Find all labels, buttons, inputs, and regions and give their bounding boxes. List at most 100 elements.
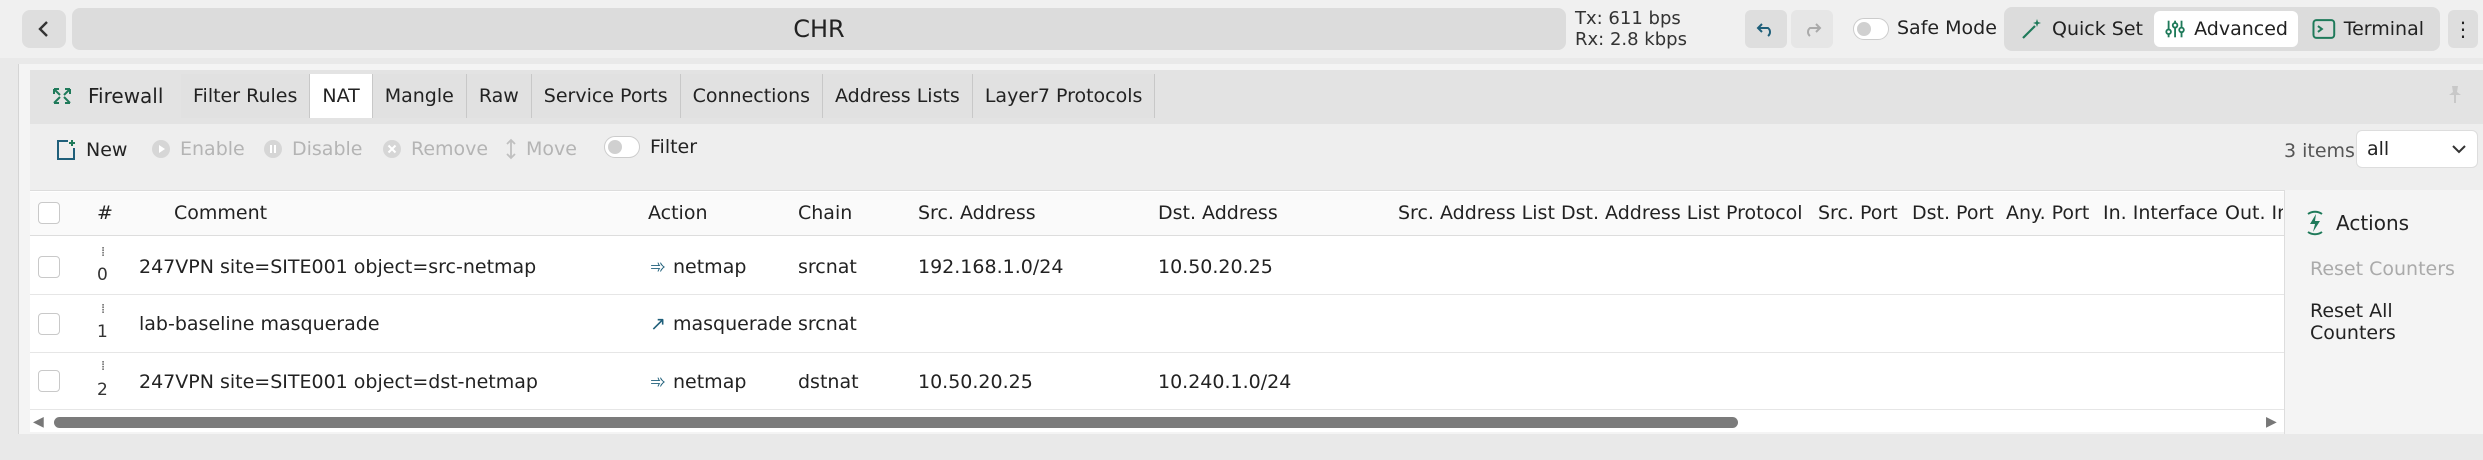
safe-mode-toggle[interactable] bbox=[1853, 18, 1889, 40]
column-header-src-address-list[interactable]: Src. Address List bbox=[1398, 202, 1555, 224]
column-header-dst-port[interactable]: Dst. Port bbox=[1912, 202, 1994, 224]
close-circle-icon bbox=[383, 140, 401, 158]
row-checkbox[interactable] bbox=[38, 313, 60, 335]
magic-wand-icon bbox=[2022, 19, 2041, 39]
row-number: 2 bbox=[97, 380, 108, 400]
redo-icon bbox=[1807, 23, 1822, 37]
reset-all-counters-button[interactable]: Reset All Counters bbox=[2310, 300, 2483, 344]
row-dst-address: 10.240.1.0/24 bbox=[1158, 371, 1292, 393]
tx-rate: Tx: 611 bps bbox=[1575, 8, 1681, 29]
scrollbar-thumb[interactable] bbox=[54, 417, 1738, 428]
row-action: masquerade bbox=[673, 313, 793, 335]
section-title: Firewall bbox=[88, 84, 164, 108]
toggle-knob bbox=[1857, 22, 1871, 36]
tab-layer7-protocols[interactable]: Layer7 Protocols bbox=[972, 74, 1156, 118]
enable-label: Enable bbox=[180, 138, 245, 160]
filter-select[interactable]: all bbox=[2356, 130, 2478, 168]
remove-label: Remove bbox=[411, 138, 489, 160]
advanced-label: Advanced bbox=[2194, 18, 2288, 40]
row-checkbox[interactable] bbox=[38, 256, 60, 278]
filter-toggle[interactable] bbox=[604, 136, 640, 158]
disable-label: Disable bbox=[292, 138, 363, 160]
row-src-address: 10.50.20.25 bbox=[918, 371, 1033, 393]
row-number: 0 bbox=[97, 265, 108, 285]
row-action: netmap bbox=[673, 371, 747, 393]
tab-nat[interactable]: NAT bbox=[310, 74, 373, 118]
column-header-num[interactable]: # bbox=[97, 202, 113, 224]
reset-counters-button[interactable]: Reset Counters bbox=[2310, 258, 2455, 280]
redo-button[interactable] bbox=[1791, 10, 1833, 48]
pause-circle-icon bbox=[264, 140, 282, 158]
filter-label: Filter bbox=[650, 136, 698, 158]
rx-rate: Rx: 2.8 kbps bbox=[1575, 29, 1687, 50]
tab-service-ports[interactable]: Service Ports bbox=[531, 74, 681, 118]
drag-handle-icon[interactable]: ⁞ bbox=[101, 303, 106, 316]
column-header-in-interface[interactable]: In. Interface bbox=[2103, 202, 2218, 224]
column-header-out-interface[interactable]: Out. In bbox=[2225, 202, 2283, 224]
row-number: 1 bbox=[97, 322, 108, 342]
drag-handle-icon[interactable]: ⁞ bbox=[101, 360, 106, 373]
mode-switcher: Quick Set Advanced Terminal bbox=[2004, 7, 2440, 51]
lightning-icon bbox=[2307, 210, 2323, 236]
netmap-icon: ➾ bbox=[650, 371, 666, 393]
advanced-button[interactable]: Advanced bbox=[2154, 11, 2298, 47]
more-menu-button[interactable]: ⋮ bbox=[2448, 10, 2478, 48]
item-count: 3 items bbox=[2284, 140, 2355, 162]
row-chain: srcnat bbox=[798, 256, 857, 278]
device-title: CHR bbox=[72, 8, 1566, 50]
device-title-text: CHR bbox=[793, 15, 845, 43]
sliders-icon bbox=[2165, 20, 2185, 38]
actions-title-text: Actions bbox=[2336, 211, 2410, 235]
enable-button[interactable]: Enable bbox=[150, 138, 245, 160]
back-button[interactable] bbox=[22, 10, 66, 48]
select-all-checkbox[interactable] bbox=[38, 202, 60, 224]
firewall-icon bbox=[53, 88, 71, 104]
terminal-button[interactable]: Terminal bbox=[2302, 11, 2434, 47]
row-checkbox[interactable] bbox=[38, 370, 60, 392]
disable-button[interactable]: Disable bbox=[262, 138, 362, 160]
new-label: New bbox=[86, 139, 128, 161]
row-comment: 247VPN site=SITE001 object=src-netmap bbox=[139, 256, 537, 278]
quick-set-label: Quick Set bbox=[2052, 18, 2143, 40]
toggle-knob bbox=[608, 140, 622, 154]
tab-connections[interactable]: Connections bbox=[680, 74, 824, 118]
play-circle-icon bbox=[152, 140, 170, 158]
actions-title: Actions bbox=[2304, 210, 2409, 236]
drag-handle-icon[interactable]: ⁞ bbox=[101, 246, 106, 259]
pin-icon[interactable] bbox=[2446, 84, 2464, 104]
column-header-dst-address-list[interactable]: Dst. Address List bbox=[1561, 202, 1720, 224]
scroll-right-icon[interactable]: ▶ bbox=[2266, 414, 2277, 430]
row-comment: 247VPN site=SITE001 object=dst-netmap bbox=[139, 371, 538, 393]
quick-set-button[interactable]: Quick Set bbox=[2010, 11, 2154, 47]
tab-filter-rules[interactable]: Filter Rules bbox=[181, 74, 311, 118]
more-vertical-icon: ⋮ bbox=[2453, 17, 2473, 41]
tab-address-lists[interactable]: Address Lists bbox=[823, 74, 973, 118]
undo-button[interactable] bbox=[1745, 10, 1787, 48]
new-button[interactable]: New bbox=[54, 138, 127, 162]
column-header-src-port[interactable]: Src. Port bbox=[1818, 202, 1898, 224]
row-dst-address: 10.50.20.25 bbox=[1158, 256, 1273, 278]
move-label: Move bbox=[526, 138, 577, 160]
column-header-chain[interactable]: Chain bbox=[798, 202, 852, 224]
tab-raw[interactable]: Raw bbox=[466, 74, 532, 118]
column-header-src-address[interactable]: Src. Address bbox=[918, 202, 1036, 224]
move-arrows-icon bbox=[506, 138, 516, 160]
row-action: netmap bbox=[673, 256, 747, 278]
column-header-any-port[interactable]: Any. Port bbox=[2006, 202, 2089, 224]
remove-button[interactable]: Remove bbox=[381, 138, 488, 160]
filter-select-value: all bbox=[2367, 138, 2390, 160]
terminal-label: Terminal bbox=[2343, 18, 2424, 40]
column-header-action[interactable]: Action bbox=[648, 202, 708, 224]
traffic-readout: Tx: 611 bps Rx: 2.8 kbps bbox=[1575, 8, 1687, 50]
column-header-protocol[interactable]: Protocol bbox=[1726, 202, 1803, 224]
masquerade-icon: ↗ bbox=[650, 313, 666, 335]
scroll-left-icon[interactable]: ◀ bbox=[33, 414, 44, 430]
row-chain: srcnat bbox=[798, 313, 857, 335]
row-comment: lab-baseline masquerade bbox=[139, 313, 380, 335]
move-button[interactable]: Move bbox=[504, 138, 577, 160]
column-header-dst-address[interactable]: Dst. Address bbox=[1158, 202, 1278, 224]
tab-mangle[interactable]: Mangle bbox=[372, 74, 467, 118]
column-header-comment[interactable]: Comment bbox=[174, 202, 267, 224]
terminal-icon bbox=[2312, 19, 2336, 39]
chevron-left-icon bbox=[38, 21, 48, 37]
